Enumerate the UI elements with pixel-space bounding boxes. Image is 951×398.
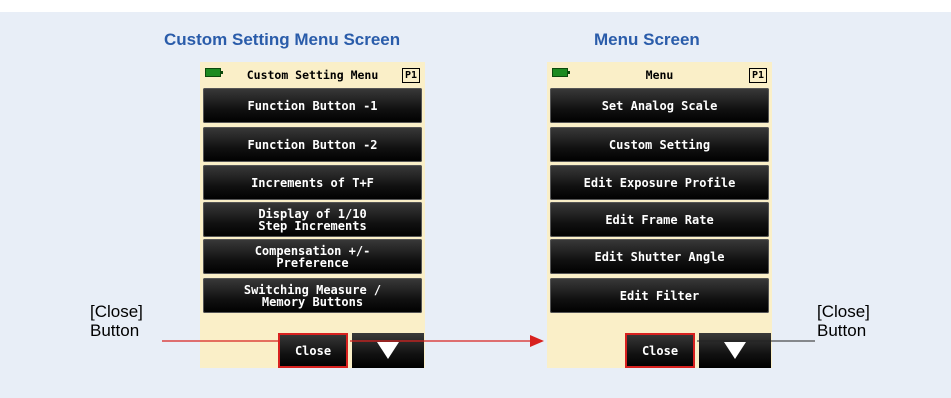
transition-arrowhead — [530, 335, 544, 347]
connector-overlay — [162, 335, 815, 347]
